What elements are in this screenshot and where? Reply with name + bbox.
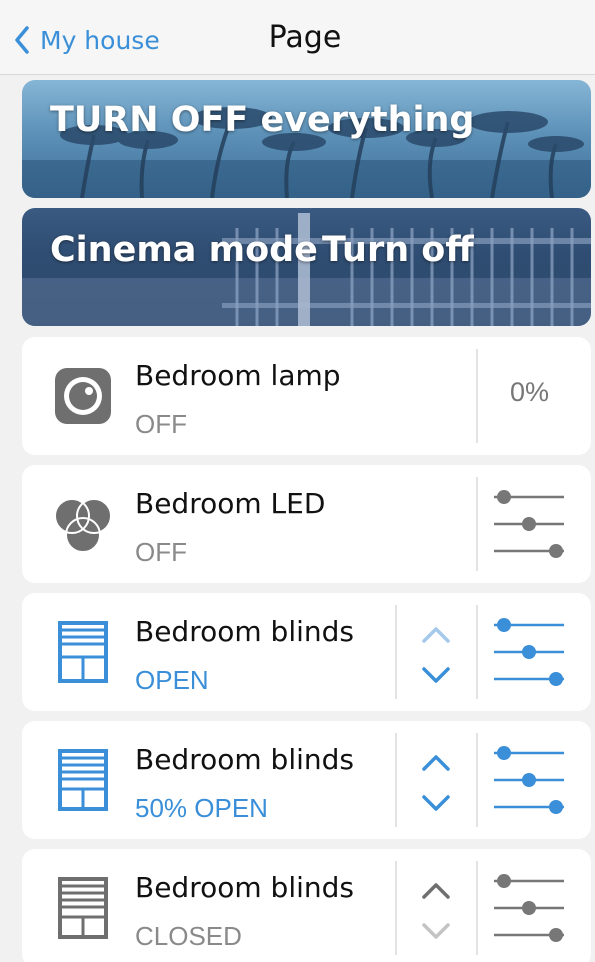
- device-name: Bedroom blinds: [135, 743, 354, 776]
- device-card-bedroom-blinds-3[interactable]: Bedroom blinds CLOSED: [22, 849, 591, 962]
- divider: [476, 861, 478, 955]
- dimmer-value[interactable]: 0%: [510, 377, 549, 408]
- divider: [476, 733, 478, 827]
- divider: [395, 605, 397, 699]
- settings-sliders-icon[interactable]: [492, 479, 572, 569]
- scene-label-secondary: Turn off: [322, 230, 474, 270]
- settings-sliders-icon[interactable]: [492, 735, 572, 825]
- settings-sliders-icon[interactable]: [492, 607, 572, 697]
- device-state: OPEN: [135, 665, 209, 695]
- divider: [395, 861, 397, 955]
- top-bar: My house Page: [0, 0, 595, 75]
- page-title: Page: [268, 20, 342, 55]
- blinds-icon: [58, 621, 108, 683]
- scene-turn-off-everything[interactable]: TURN OFF everything: [22, 80, 591, 198]
- blinds-icon: [58, 749, 108, 811]
- device-state: 50% OPEN: [135, 793, 268, 823]
- device-state: OFF: [135, 537, 187, 567]
- settings-sliders-icon[interactable]: [492, 863, 572, 953]
- chevron-up-icon[interactable]: [420, 751, 452, 773]
- device-card-bedroom-blinds-1[interactable]: Bedroom blinds OPEN: [22, 593, 591, 711]
- chevron-up-icon[interactable]: [420, 623, 452, 645]
- device-name: Bedroom blinds: [135, 871, 354, 904]
- device-state: OFF: [135, 409, 187, 439]
- rgb-led-icon: [54, 498, 112, 553]
- device-state: CLOSED: [135, 921, 242, 951]
- device-name: Bedroom LED: [135, 487, 326, 520]
- divider: [476, 477, 478, 571]
- device-card-bedroom-blinds-2[interactable]: Bedroom blinds 50% OPEN: [22, 721, 591, 839]
- divider: [476, 349, 478, 443]
- chevron-down-icon[interactable]: [420, 921, 452, 943]
- device-card-bedroom-led[interactable]: Bedroom LED OFF: [22, 465, 591, 583]
- device-name: Bedroom blinds: [135, 615, 354, 648]
- device-name: Bedroom lamp: [135, 359, 341, 392]
- chevron-down-icon[interactable]: [420, 793, 452, 815]
- divider: [476, 605, 478, 699]
- lamp-icon: [55, 368, 111, 424]
- scene-label: Cinema mode: [50, 230, 318, 270]
- device-card-bedroom-lamp[interactable]: Bedroom lamp OFF 0%: [22, 337, 591, 455]
- chevron-up-icon[interactable]: [420, 879, 452, 901]
- scene-label: TURN OFF everything: [50, 100, 475, 140]
- scene-cinema-mode[interactable]: Cinema mode Turn off: [22, 208, 591, 326]
- blinds-icon: [58, 877, 108, 939]
- divider: [395, 733, 397, 827]
- chevron-down-icon[interactable]: [420, 665, 452, 687]
